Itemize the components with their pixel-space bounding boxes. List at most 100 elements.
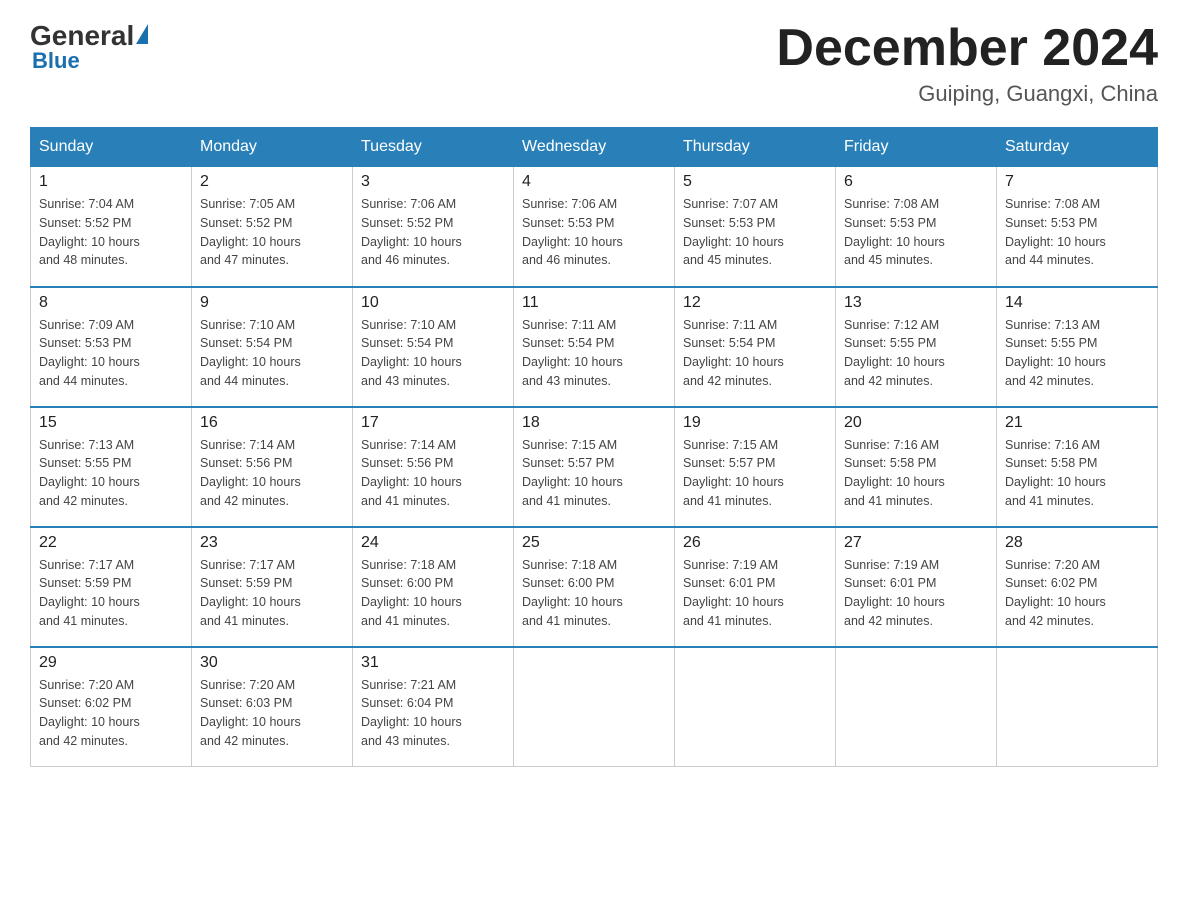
calendar-cell: 21 Sunrise: 7:16 AM Sunset: 5:58 PM Dayl… <box>997 407 1158 527</box>
day-info: Sunrise: 7:13 AM Sunset: 5:55 PM Dayligh… <box>39 436 183 511</box>
calendar-cell: 1 Sunrise: 7:04 AM Sunset: 5:52 PM Dayli… <box>31 167 192 287</box>
logo-triangle-icon <box>136 24 148 44</box>
calendar-cell: 18 Sunrise: 7:15 AM Sunset: 5:57 PM Dayl… <box>514 407 675 527</box>
page-header: General Blue December 2024 Guiping, Guan… <box>30 20 1158 107</box>
day-number: 14 <box>1005 294 1149 312</box>
calendar-table: Sunday Monday Tuesday Wednesday Thursday… <box>30 127 1158 767</box>
calendar-cell <box>675 647 836 767</box>
calendar-cell: 25 Sunrise: 7:18 AM Sunset: 6:00 PM Dayl… <box>514 527 675 647</box>
calendar-cell: 26 Sunrise: 7:19 AM Sunset: 6:01 PM Dayl… <box>675 527 836 647</box>
day-info: Sunrise: 7:14 AM Sunset: 5:56 PM Dayligh… <box>361 436 505 511</box>
day-info: Sunrise: 7:18 AM Sunset: 6:00 PM Dayligh… <box>522 556 666 631</box>
calendar-cell: 22 Sunrise: 7:17 AM Sunset: 5:59 PM Dayl… <box>31 527 192 647</box>
calendar-week-5: 29 Sunrise: 7:20 AM Sunset: 6:02 PM Dayl… <box>31 647 1158 767</box>
day-info: Sunrise: 7:09 AM Sunset: 5:53 PM Dayligh… <box>39 316 183 391</box>
calendar-cell: 16 Sunrise: 7:14 AM Sunset: 5:56 PM Dayl… <box>192 407 353 527</box>
logo-blue-text: Blue <box>32 48 80 74</box>
day-info: Sunrise: 7:14 AM Sunset: 5:56 PM Dayligh… <box>200 436 344 511</box>
header-sunday: Sunday <box>31 128 192 167</box>
day-number: 27 <box>844 534 988 552</box>
day-number: 25 <box>522 534 666 552</box>
day-info: Sunrise: 7:05 AM Sunset: 5:52 PM Dayligh… <box>200 195 344 270</box>
day-info: Sunrise: 7:10 AM Sunset: 5:54 PM Dayligh… <box>361 316 505 391</box>
calendar-cell: 13 Sunrise: 7:12 AM Sunset: 5:55 PM Dayl… <box>836 287 997 407</box>
calendar-cell: 29 Sunrise: 7:20 AM Sunset: 6:02 PM Dayl… <box>31 647 192 767</box>
calendar-cell <box>514 647 675 767</box>
header-saturday: Saturday <box>997 128 1158 167</box>
day-number: 31 <box>361 654 505 672</box>
calendar-cell: 12 Sunrise: 7:11 AM Sunset: 5:54 PM Dayl… <box>675 287 836 407</box>
calendar-cell: 2 Sunrise: 7:05 AM Sunset: 5:52 PM Dayli… <box>192 167 353 287</box>
calendar-cell: 28 Sunrise: 7:20 AM Sunset: 6:02 PM Dayl… <box>997 527 1158 647</box>
calendar-cell: 4 Sunrise: 7:06 AM Sunset: 5:53 PM Dayli… <box>514 167 675 287</box>
day-number: 30 <box>200 654 344 672</box>
day-info: Sunrise: 7:21 AM Sunset: 6:04 PM Dayligh… <box>361 676 505 751</box>
header-monday: Monday <box>192 128 353 167</box>
calendar-cell: 5 Sunrise: 7:07 AM Sunset: 5:53 PM Dayli… <box>675 167 836 287</box>
month-year-title: December 2024 <box>776 20 1158 77</box>
day-info: Sunrise: 7:10 AM Sunset: 5:54 PM Dayligh… <box>200 316 344 391</box>
calendar-cell: 23 Sunrise: 7:17 AM Sunset: 5:59 PM Dayl… <box>192 527 353 647</box>
day-info: Sunrise: 7:08 AM Sunset: 5:53 PM Dayligh… <box>844 195 988 270</box>
day-number: 9 <box>200 294 344 312</box>
header-friday: Friday <box>836 128 997 167</box>
calendar-cell: 9 Sunrise: 7:10 AM Sunset: 5:54 PM Dayli… <box>192 287 353 407</box>
day-info: Sunrise: 7:16 AM Sunset: 5:58 PM Dayligh… <box>844 436 988 511</box>
day-info: Sunrise: 7:20 AM Sunset: 6:02 PM Dayligh… <box>1005 556 1149 631</box>
day-number: 17 <box>361 414 505 432</box>
day-number: 28 <box>1005 534 1149 552</box>
day-number: 2 <box>200 173 344 191</box>
calendar-body: 1 Sunrise: 7:04 AM Sunset: 5:52 PM Dayli… <box>31 167 1158 767</box>
day-info: Sunrise: 7:11 AM Sunset: 5:54 PM Dayligh… <box>683 316 827 391</box>
calendar-cell: 14 Sunrise: 7:13 AM Sunset: 5:55 PM Dayl… <box>997 287 1158 407</box>
calendar-cell: 19 Sunrise: 7:15 AM Sunset: 5:57 PM Dayl… <box>675 407 836 527</box>
day-info: Sunrise: 7:19 AM Sunset: 6:01 PM Dayligh… <box>683 556 827 631</box>
day-info: Sunrise: 7:17 AM Sunset: 5:59 PM Dayligh… <box>39 556 183 631</box>
day-number: 26 <box>683 534 827 552</box>
day-number: 21 <box>1005 414 1149 432</box>
day-number: 24 <box>361 534 505 552</box>
day-info: Sunrise: 7:06 AM Sunset: 5:52 PM Dayligh… <box>361 195 505 270</box>
calendar-week-1: 1 Sunrise: 7:04 AM Sunset: 5:52 PM Dayli… <box>31 167 1158 287</box>
day-info: Sunrise: 7:11 AM Sunset: 5:54 PM Dayligh… <box>522 316 666 391</box>
day-number: 1 <box>39 173 183 191</box>
calendar-cell: 7 Sunrise: 7:08 AM Sunset: 5:53 PM Dayli… <box>997 167 1158 287</box>
header-thursday: Thursday <box>675 128 836 167</box>
calendar-cell: 20 Sunrise: 7:16 AM Sunset: 5:58 PM Dayl… <box>836 407 997 527</box>
day-number: 29 <box>39 654 183 672</box>
calendar-cell: 30 Sunrise: 7:20 AM Sunset: 6:03 PM Dayl… <box>192 647 353 767</box>
day-info: Sunrise: 7:12 AM Sunset: 5:55 PM Dayligh… <box>844 316 988 391</box>
calendar-cell: 17 Sunrise: 7:14 AM Sunset: 5:56 PM Dayl… <box>353 407 514 527</box>
day-info: Sunrise: 7:04 AM Sunset: 5:52 PM Dayligh… <box>39 195 183 270</box>
day-number: 10 <box>361 294 505 312</box>
day-number: 11 <box>522 294 666 312</box>
calendar-cell <box>997 647 1158 767</box>
calendar-cell: 11 Sunrise: 7:11 AM Sunset: 5:54 PM Dayl… <box>514 287 675 407</box>
day-info: Sunrise: 7:15 AM Sunset: 5:57 PM Dayligh… <box>683 436 827 511</box>
day-number: 16 <box>200 414 344 432</box>
day-info: Sunrise: 7:19 AM Sunset: 6:01 PM Dayligh… <box>844 556 988 631</box>
day-number: 3 <box>361 173 505 191</box>
day-info: Sunrise: 7:16 AM Sunset: 5:58 PM Dayligh… <box>1005 436 1149 511</box>
calendar-cell: 8 Sunrise: 7:09 AM Sunset: 5:53 PM Dayli… <box>31 287 192 407</box>
day-number: 8 <box>39 294 183 312</box>
location-text: Guiping, Guangxi, China <box>776 81 1158 107</box>
day-info: Sunrise: 7:13 AM Sunset: 5:55 PM Dayligh… <box>1005 316 1149 391</box>
header-tuesday: Tuesday <box>353 128 514 167</box>
calendar-cell: 24 Sunrise: 7:18 AM Sunset: 6:00 PM Dayl… <box>353 527 514 647</box>
day-number: 19 <box>683 414 827 432</box>
title-section: December 2024 Guiping, Guangxi, China <box>776 20 1158 107</box>
day-number: 4 <box>522 173 666 191</box>
day-number: 6 <box>844 173 988 191</box>
calendar-cell: 3 Sunrise: 7:06 AM Sunset: 5:52 PM Dayli… <box>353 167 514 287</box>
day-number: 18 <box>522 414 666 432</box>
day-info: Sunrise: 7:07 AM Sunset: 5:53 PM Dayligh… <box>683 195 827 270</box>
day-number: 13 <box>844 294 988 312</box>
day-info: Sunrise: 7:17 AM Sunset: 5:59 PM Dayligh… <box>200 556 344 631</box>
day-info: Sunrise: 7:08 AM Sunset: 5:53 PM Dayligh… <box>1005 195 1149 270</box>
logo: General Blue <box>30 20 148 74</box>
day-info: Sunrise: 7:15 AM Sunset: 5:57 PM Dayligh… <box>522 436 666 511</box>
calendar-cell: 15 Sunrise: 7:13 AM Sunset: 5:55 PM Dayl… <box>31 407 192 527</box>
calendar-week-3: 15 Sunrise: 7:13 AM Sunset: 5:55 PM Dayl… <box>31 407 1158 527</box>
day-info: Sunrise: 7:20 AM Sunset: 6:03 PM Dayligh… <box>200 676 344 751</box>
